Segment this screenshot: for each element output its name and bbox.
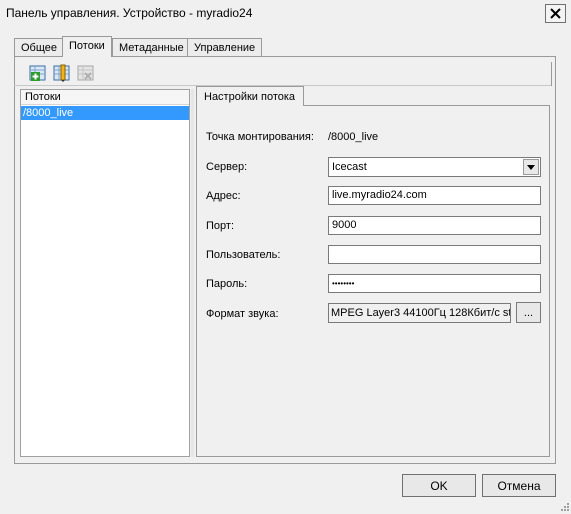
- splitter[interactable]: [191, 89, 194, 457]
- format-field: MPEG Layer3 44100Гц 128Кбит/с st: [328, 303, 511, 323]
- mount-label: Точка монтирования:: [206, 131, 314, 143]
- server-label: Сервер:: [206, 161, 248, 173]
- add-stream-button[interactable]: [29, 64, 47, 82]
- tab-general[interactable]: Общее: [14, 38, 65, 57]
- port-label: Порт:: [206, 220, 234, 232]
- edit-stream-button[interactable]: [53, 64, 71, 82]
- toolbar-edge: [551, 62, 552, 86]
- port-field[interactable]: 9000: [328, 216, 541, 235]
- address-label: Адрес:: [206, 190, 241, 202]
- delete-stream-button[interactable]: [77, 64, 95, 82]
- user-label: Пользователь:: [206, 249, 281, 261]
- server-dropdown-button[interactable]: [523, 159, 539, 175]
- list-item[interactable]: /8000_live: [21, 106, 189, 120]
- ok-button[interactable]: OK: [402, 474, 476, 497]
- tab-stream-settings[interactable]: Настройки потока: [196, 86, 304, 106]
- password-field[interactable]: ••••••••: [328, 274, 541, 293]
- close-icon: [550, 8, 561, 19]
- server-select[interactable]: Icecast: [328, 157, 541, 177]
- streams-list[interactable]: [20, 89, 190, 457]
- streams-list-header[interactable]: Потоки: [21, 90, 189, 105]
- add-stream-icon: [29, 65, 46, 81]
- mount-value: /8000_live: [328, 131, 379, 143]
- resize-grip[interactable]: [561, 502, 569, 511]
- tab-streams[interactable]: Потоки: [62, 36, 112, 57]
- tab-control[interactable]: Управление: [187, 38, 263, 57]
- edit-stream-icon: [53, 64, 70, 82]
- format-label: Формат звука:: [206, 308, 279, 320]
- user-field[interactable]: [328, 245, 541, 264]
- chevron-down-icon: [527, 164, 535, 170]
- cancel-button[interactable]: Отмена: [482, 474, 556, 497]
- delete-stream-icon: [77, 65, 94, 81]
- address-field[interactable]: live.myradio24.com: [328, 186, 541, 205]
- close-button[interactable]: [545, 4, 566, 23]
- password-label: Пароль:: [206, 278, 248, 290]
- format-browse-button[interactable]: ...: [516, 302, 541, 323]
- resize-grip-icon: [561, 503, 569, 511]
- window-title: Панель управления. Устройство - myradio2…: [6, 6, 253, 20]
- tab-metadata[interactable]: Метаданные: [112, 38, 191, 57]
